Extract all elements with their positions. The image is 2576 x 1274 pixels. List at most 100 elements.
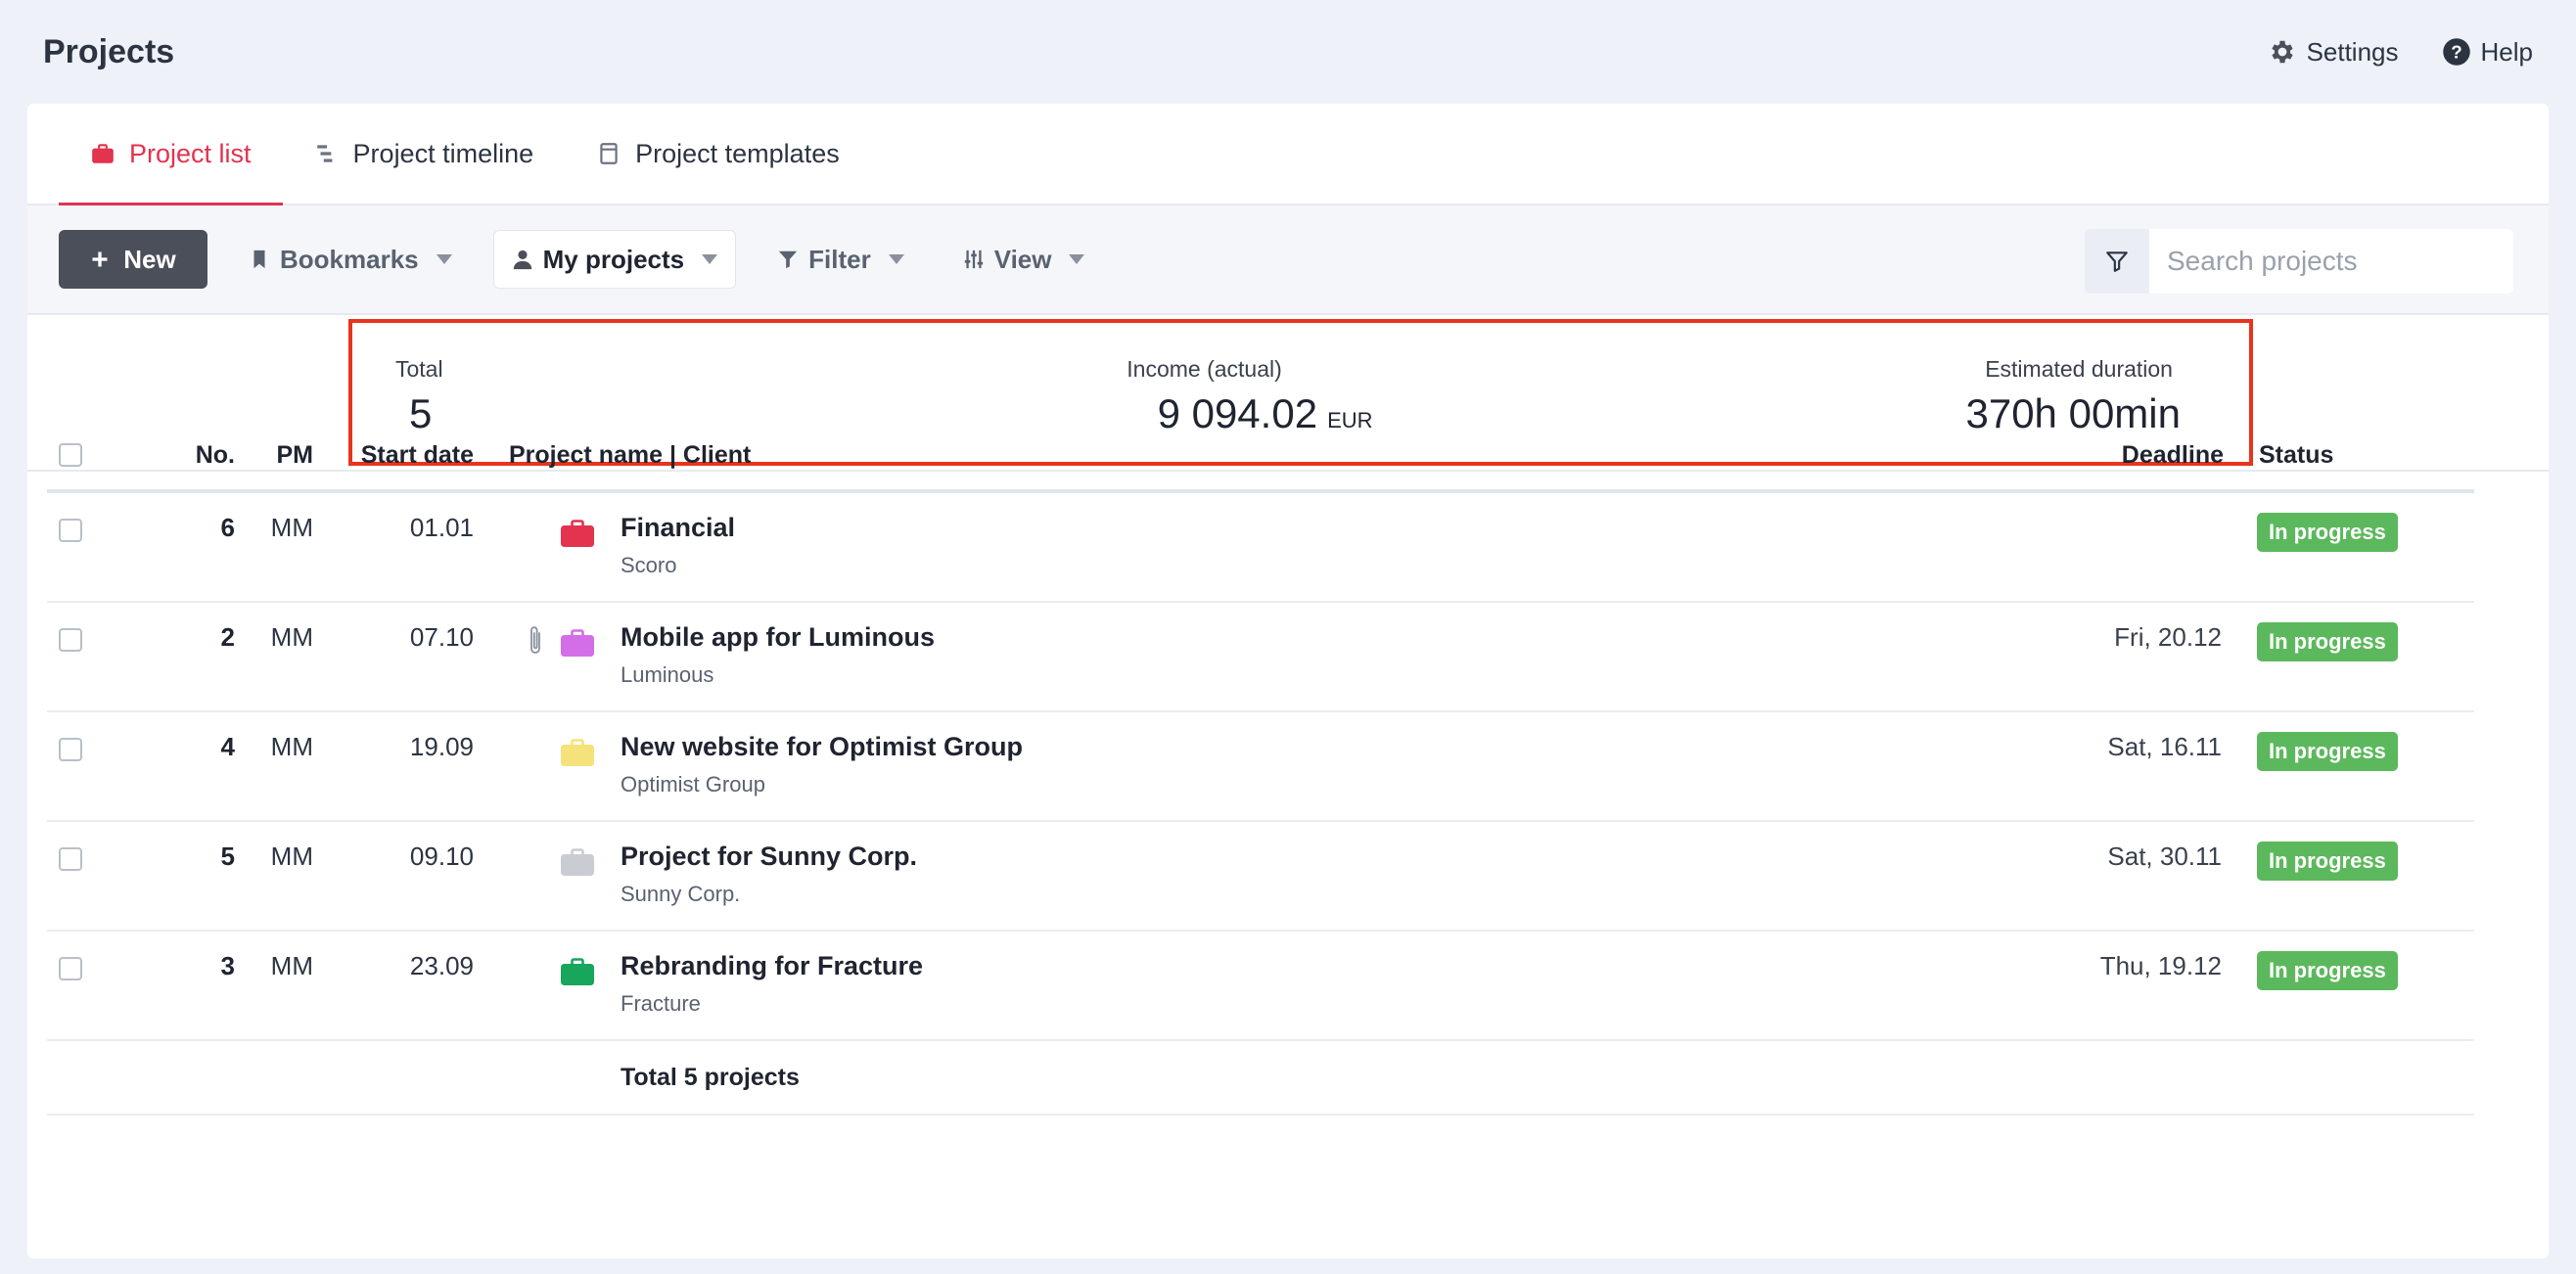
col-status[interactable]: Status bbox=[2224, 441, 2476, 470]
project-client: Scoro bbox=[621, 553, 677, 577]
project-briefcase-icon bbox=[561, 958, 594, 985]
status-badge[interactable]: In progress bbox=[2257, 842, 2398, 881]
help-link[interactable]: ? Help bbox=[2442, 37, 2533, 68]
row-checkbox[interactable] bbox=[59, 847, 82, 871]
tab-bar: Project list Project timeline Project te… bbox=[27, 104, 2549, 205]
my-projects-label: My projects bbox=[542, 244, 685, 274]
row-deadline: Thu, 19.12 bbox=[2099, 951, 2222, 980]
top-bar: Projects Settings ? Help bbox=[0, 0, 2576, 104]
status-badge[interactable]: In progress bbox=[2257, 622, 2398, 661]
plus-icon bbox=[92, 251, 108, 267]
funnel-outline-icon bbox=[2106, 251, 2128, 272]
project-name-link[interactable]: Rebranding for Fracture bbox=[621, 951, 1899, 981]
project-name-link[interactable]: Financial bbox=[621, 513, 1899, 543]
row-deadline: Sat, 16.11 bbox=[2107, 732, 2222, 761]
project-briefcase-icon bbox=[561, 520, 594, 547]
row-pm: MM bbox=[270, 951, 313, 980]
row-number: 2 bbox=[220, 622, 235, 652]
row-pm: MM bbox=[270, 842, 313, 871]
row-start-date: 07.10 bbox=[409, 622, 474, 652]
bookmarks-label: Bookmarks bbox=[280, 244, 419, 274]
row-checkbox[interactable] bbox=[59, 519, 82, 542]
funnel-icon bbox=[778, 250, 798, 269]
row-number: 5 bbox=[220, 842, 235, 871]
page-title: Projects bbox=[43, 32, 175, 70]
col-start-date[interactable]: Start date bbox=[313, 441, 474, 470]
income-label: Income (actual) bbox=[1127, 356, 1282, 382]
table-row[interactable]: 6 MM 01.01 Financial Scoro In progress bbox=[47, 493, 2474, 603]
bookmark-icon bbox=[253, 250, 265, 269]
my-projects-dropdown[interactable]: My projects bbox=[492, 230, 737, 289]
table-row[interactable]: 2 MM 07.10 Mobile app for Luminous Luminous F… bbox=[47, 603, 2474, 712]
row-start-date: 23.09 bbox=[409, 951, 474, 980]
table-row[interactable]: 5 MM 09.10 Project for Sunny Corp. Sunny Cor… bbox=[47, 822, 2474, 932]
filter-dropdown[interactable]: Filter bbox=[759, 230, 922, 289]
view-label: View bbox=[993, 244, 1052, 274]
gear-icon bbox=[2271, 40, 2293, 64]
row-start-date: 19.09 bbox=[409, 732, 474, 761]
col-no[interactable]: No. bbox=[117, 441, 235, 470]
select-all-checkbox[interactable] bbox=[59, 442, 82, 467]
row-checkbox[interactable] bbox=[59, 738, 82, 761]
tab-project-list[interactable]: Project list bbox=[59, 104, 283, 205]
table-row[interactable]: 3 MM 23.09 Rebranding for Fracture Fracture T… bbox=[47, 932, 2474, 1041]
help-label: Help bbox=[2480, 36, 2533, 67]
row-number: 4 bbox=[220, 732, 235, 761]
row-number: 6 bbox=[220, 513, 235, 542]
row-checkbox[interactable] bbox=[59, 957, 82, 980]
svg-text:?: ? bbox=[2451, 41, 2461, 62]
tab-label: Project list bbox=[129, 138, 252, 168]
tab-label: Project timeline bbox=[352, 138, 534, 168]
total-label: Total bbox=[395, 356, 443, 382]
project-briefcase-icon bbox=[561, 629, 594, 657]
table-row[interactable]: 4 MM 19.09 New website for Optimist Group Op… bbox=[47, 712, 2474, 822]
new-button-label: New bbox=[123, 244, 176, 274]
col-pm[interactable]: PM bbox=[235, 441, 314, 470]
project-briefcase-icon bbox=[561, 848, 594, 876]
tab-project-timeline[interactable]: Project timeline bbox=[283, 104, 566, 204]
projects-table: No. PM Start date Project name | Client … bbox=[47, 421, 2474, 1115]
view-dropdown[interactable]: View bbox=[945, 230, 1103, 289]
table-header: No. PM Start date Project name | Client … bbox=[47, 421, 2474, 493]
row-checkbox[interactable] bbox=[59, 628, 82, 652]
status-badge[interactable]: In progress bbox=[2257, 732, 2398, 771]
caret-down-icon bbox=[1069, 254, 1085, 264]
briefcase-icon bbox=[92, 144, 114, 163]
top-links: Settings ? Help bbox=[2268, 37, 2533, 68]
settings-label: Settings bbox=[2306, 36, 2399, 67]
timeline-icon bbox=[316, 145, 332, 162]
status-badge[interactable]: In progress bbox=[2257, 951, 2398, 990]
project-name-link[interactable]: New website for Optimist Group bbox=[621, 732, 1899, 762]
project-name-link[interactable]: Project for Sunny Corp. bbox=[621, 842, 1899, 872]
settings-link[interactable]: Settings bbox=[2268, 37, 2399, 68]
help-icon: ? bbox=[2442, 38, 2470, 66]
toolbar: New Bookmarks My projects Filter View bbox=[27, 205, 2549, 315]
row-start-date: 09.10 bbox=[409, 842, 474, 871]
row-deadline: Fri, 20.12 bbox=[2114, 622, 2222, 652]
search-box bbox=[2085, 229, 2513, 294]
template-icon bbox=[600, 143, 618, 164]
advanced-search-button[interactable] bbox=[2085, 229, 2149, 294]
new-button[interactable]: New bbox=[59, 230, 207, 289]
col-project-name[interactable]: Project name | Client bbox=[474, 441, 1901, 470]
total-projects-label: Total 5 projects bbox=[621, 1063, 800, 1091]
paperclip-icon[interactable] bbox=[527, 624, 544, 658]
row-pm: MM bbox=[270, 732, 313, 761]
row-deadline: Sat, 30.11 bbox=[2107, 842, 2222, 871]
col-deadline[interactable]: Deadline bbox=[1901, 441, 2224, 470]
caret-down-icon bbox=[702, 254, 718, 264]
tab-label: Project templates bbox=[635, 138, 840, 168]
tab-project-templates[interactable]: Project templates bbox=[565, 104, 871, 204]
project-client: Luminous bbox=[621, 662, 714, 687]
status-badge[interactable]: In progress bbox=[2257, 513, 2398, 552]
project-name-link[interactable]: Mobile app for Luminous bbox=[621, 622, 1899, 653]
project-briefcase-icon bbox=[561, 739, 594, 766]
bookmarks-dropdown[interactable]: Bookmarks bbox=[231, 230, 470, 289]
caret-down-icon bbox=[888, 254, 904, 264]
user-icon bbox=[513, 250, 531, 270]
row-number: 3 bbox=[220, 951, 235, 980]
filter-label: Filter bbox=[808, 244, 871, 274]
duration-label: Estimated duration bbox=[1985, 356, 2173, 382]
row-deadline bbox=[1899, 513, 2222, 601]
search-input[interactable] bbox=[2149, 229, 2513, 294]
